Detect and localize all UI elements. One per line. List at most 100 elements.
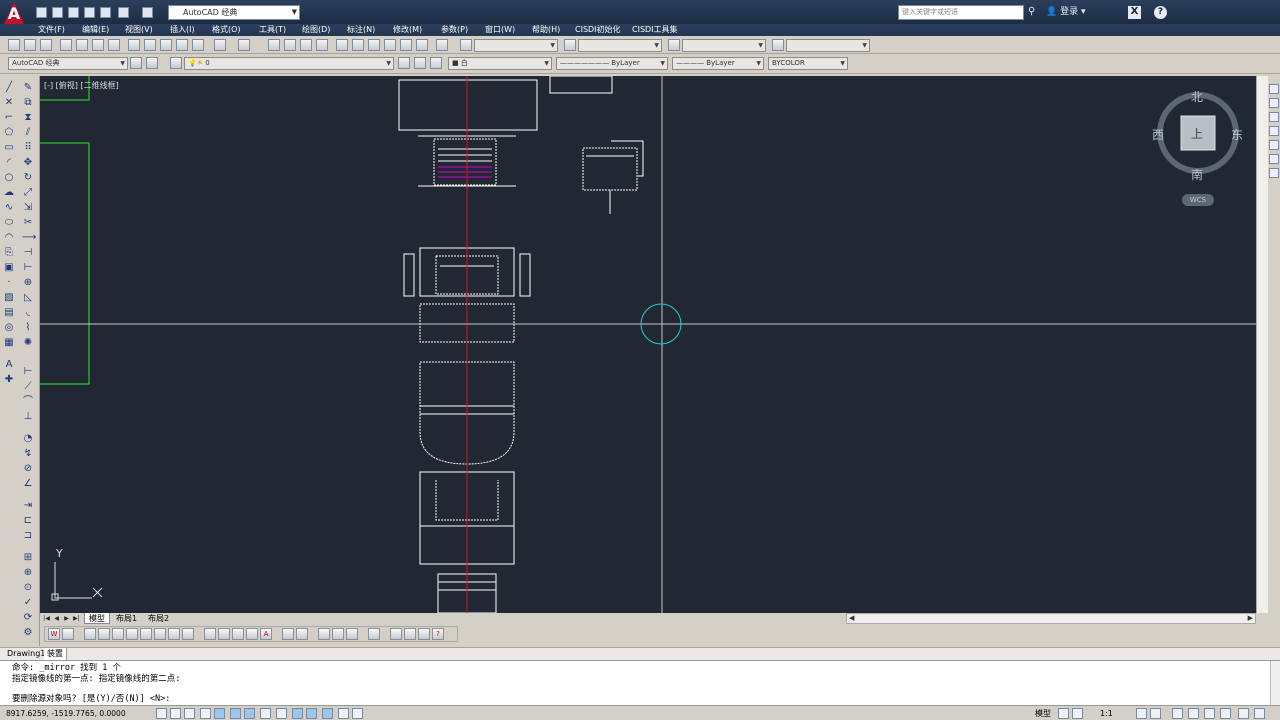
continue-dimension-icon[interactable]: ⊐ xyxy=(22,530,34,542)
menu-view[interactable]: 视图(V) xyxy=(125,24,153,36)
text-front-icon[interactable] xyxy=(1269,154,1279,164)
clean-screen-icon[interactable] xyxy=(1254,708,1265,719)
hatch-back-icon[interactable] xyxy=(1269,168,1279,178)
spline-icon[interactable]: ∿ xyxy=(3,202,15,214)
hatch-tool-icon[interactable] xyxy=(368,628,380,640)
workspace-switching-icon[interactable] xyxy=(1172,708,1183,719)
text-style-icon[interactable] xyxy=(460,39,472,51)
tab-layout2[interactable]: 布局2 xyxy=(144,613,173,624)
sheet-set-icon[interactable] xyxy=(384,39,396,51)
ordinate-dimension-icon[interactable]: ⊥ xyxy=(22,411,34,423)
grid-display-icon[interactable] xyxy=(184,708,195,719)
calc-tool-icon[interactable] xyxy=(62,628,74,640)
exchange-icon[interactable]: X xyxy=(1128,6,1141,19)
tab-model[interactable]: 模型 xyxy=(84,613,110,624)
linear-dimension-icon[interactable]: ⊢ xyxy=(22,366,34,378)
new-file-icon[interactable] xyxy=(36,7,47,18)
make-block-icon[interactable]: ▣ xyxy=(3,262,15,274)
w-tool-icon[interactable]: W xyxy=(48,628,60,640)
open-icon[interactable] xyxy=(24,39,36,51)
erase-icon[interactable]: ✎ xyxy=(22,82,34,94)
scroll-left-icon[interactable]: ◀ xyxy=(849,614,854,623)
print-tool-icon[interactable] xyxy=(390,628,402,640)
arc-length-icon[interactable]: ⌒ xyxy=(22,396,34,408)
annotation-visibility-icon[interactable] xyxy=(1136,708,1147,719)
ellipse-icon[interactable]: ⬭ xyxy=(3,217,15,229)
viewcube-top-label[interactable]: 上 xyxy=(1191,125,1203,142)
rotate-icon[interactable]: ↻ xyxy=(22,172,34,184)
3d-object-snap-icon[interactable] xyxy=(244,708,255,719)
menu-modify[interactable]: 修改(M) xyxy=(393,24,422,36)
multileader-style-icon[interactable] xyxy=(772,39,784,51)
preview-icon[interactable] xyxy=(76,39,88,51)
add-selected-icon[interactable]: ✚ xyxy=(3,374,15,386)
move-icon[interactable]: ✥ xyxy=(22,157,34,169)
dim-style-combo[interactable]: ▼ xyxy=(578,39,662,52)
qnew-icon[interactable] xyxy=(8,39,20,51)
radius-dimension-icon[interactable]: ◔ xyxy=(22,433,34,445)
blend-curves-icon[interactable]: ⌇ xyxy=(22,322,34,334)
search-input[interactable]: 键入关键字或短语 xyxy=(898,5,1024,20)
construction-line-icon[interactable]: ✕ xyxy=(3,97,15,109)
compass-north[interactable]: 北 xyxy=(1191,88,1203,105)
first-tab-icon[interactable]: |◀ xyxy=(42,614,51,623)
note-tool-icon[interactable] xyxy=(182,628,194,640)
last-tab-icon[interactable]: ▶| xyxy=(72,614,81,623)
join-icon[interactable]: ⊕ xyxy=(22,277,34,289)
bring-front-icon[interactable] xyxy=(1269,98,1279,108)
wcs-menu[interactable]: WCS xyxy=(1182,194,1214,206)
menu-window[interactable]: 窗口(W) xyxy=(485,24,515,36)
dynamic-ucs-icon[interactable] xyxy=(276,708,287,719)
table-style-combo[interactable]: ▼ xyxy=(682,39,766,52)
center-mark-icon[interactable]: ⊕ xyxy=(22,567,34,579)
search-icon[interactable]: ⚲ xyxy=(1028,6,1040,18)
my-workspace-icon[interactable] xyxy=(146,57,158,69)
offset-icon[interactable]: ⫽ xyxy=(22,127,34,139)
workspace-settings-icon[interactable] xyxy=(130,57,142,69)
zoom-realtime-icon[interactable] xyxy=(284,39,296,51)
aligned-dimension-icon[interactable]: ⟋ xyxy=(22,381,34,393)
line-icon[interactable]: ╱ xyxy=(3,82,15,94)
copy-icon[interactable] xyxy=(144,39,156,51)
multileader-style-combo[interactable]: ▼ xyxy=(786,39,870,52)
multiline-text-icon[interactable]: A xyxy=(3,359,15,371)
dim-style-icon[interactable] xyxy=(564,39,576,51)
quick-properties-icon[interactable] xyxy=(338,708,349,719)
fillet-icon[interactable]: ◟ xyxy=(22,307,34,319)
help-icon[interactable] xyxy=(436,39,448,51)
explode-icon[interactable]: ✺ xyxy=(22,337,34,349)
draw-order-icon[interactable] xyxy=(1269,84,1279,94)
markup-icon[interactable] xyxy=(400,39,412,51)
sheet-tool-icon[interactable] xyxy=(140,628,152,640)
inspection-icon[interactable]: ⊙ xyxy=(22,582,34,594)
elevation-tool-icon[interactable] xyxy=(332,628,344,640)
menu-tools[interactable]: 工具(T) xyxy=(259,24,286,36)
scale-icon[interactable]: ⤢ xyxy=(22,187,34,199)
undo-icon[interactable] xyxy=(214,39,226,51)
model-space-toggle[interactable]: 模型 xyxy=(1035,706,1051,720)
design-center-icon[interactable] xyxy=(352,39,364,51)
point-icon[interactable]: · xyxy=(3,277,15,289)
isolate-objects-icon[interactable] xyxy=(1220,708,1231,719)
compass-south[interactable]: 南 xyxy=(1191,166,1203,183)
extend-icon[interactable]: ⟶ xyxy=(22,232,36,244)
stretch-icon[interactable]: ⇲ xyxy=(22,202,34,214)
quick-dimension-icon[interactable]: ⇥ xyxy=(22,500,34,512)
drawing-tab-current[interactable]: 装置 xyxy=(44,648,67,660)
polyline-icon[interactable]: ⌐ xyxy=(3,112,15,124)
make-current-layer-icon[interactable] xyxy=(398,57,410,69)
menu-format[interactable]: 格式(O) xyxy=(212,24,241,36)
selection-cycling-icon[interactable] xyxy=(352,708,363,719)
list-tool-icon[interactable] xyxy=(154,628,166,640)
transparency-icon[interactable] xyxy=(322,708,333,719)
insert-block-icon[interactable]: ⎘ xyxy=(3,247,15,259)
status-menu-icon[interactable] xyxy=(1238,708,1249,719)
quickcalc-icon[interactable] xyxy=(416,39,428,51)
open-file-icon[interactable] xyxy=(52,7,63,18)
polygon-icon[interactable]: ⬠ xyxy=(3,127,15,139)
scroll-right-icon[interactable]: ▶ xyxy=(1248,614,1253,623)
save-icon[interactable] xyxy=(68,7,79,18)
trim-icon[interactable]: ✂ xyxy=(22,217,34,229)
menu-cisdi-init[interactable]: CISDI初始化 xyxy=(575,24,621,36)
hatch-icon[interactable]: ▨ xyxy=(3,292,15,304)
